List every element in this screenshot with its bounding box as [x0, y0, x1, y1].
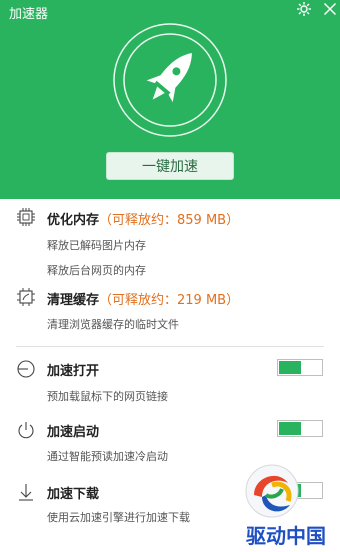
- cache-title: 清理缓存（可释放约：219 MB）: [47, 289, 239, 308]
- toggle-title-start: 加速启动: [47, 425, 100, 440]
- cleanup-icon: [17, 288, 35, 306]
- memory-desc-2: 释放后台网页的内存: [47, 264, 146, 277]
- close-icon[interactable]: [322, 1, 338, 17]
- toggle-desc-download: 使用云加速引擎进行加速下载: [47, 511, 190, 524]
- toggle-title-download: 加速下载: [47, 487, 100, 502]
- watermark-text: 驱动中国: [246, 524, 326, 548]
- memory-title: 优化内存（可释放约：859 MB）: [47, 209, 239, 228]
- toggle-title-open: 加速打开: [47, 364, 100, 379]
- chip-icon: [17, 208, 35, 226]
- watermark-logo: 驱动中国: [245, 464, 326, 548]
- open-icon: [17, 360, 35, 378]
- toggle-switch-open[interactable]: [277, 359, 323, 376]
- memory-releasable: （可释放约：859 MB）: [99, 213, 240, 228]
- divider: [16, 346, 324, 347]
- toggle-switch-start[interactable]: [277, 420, 323, 437]
- cache-desc-1: 清理浏览器缓存的临时文件: [47, 318, 179, 331]
- download-icon: [19, 484, 33, 501]
- gear-icon[interactable]: [296, 1, 312, 17]
- toggle-desc-open: 预加载鼠标下的网页链接: [47, 390, 168, 403]
- toggle-knob: [279, 422, 301, 435]
- memory-desc-1: 释放已解码图片内存: [47, 239, 146, 252]
- toggle-knob: [279, 361, 301, 374]
- header: 加速器 一键加速: [0, 0, 340, 199]
- cache-releasable: （可释放约：219 MB）: [99, 293, 240, 308]
- window-title: 加速器: [9, 7, 49, 22]
- toggle-desc-start: 通过智能预读加速冷启动: [47, 450, 168, 463]
- boost-button[interactable]: 一键加速: [106, 152, 234, 180]
- memory-title-label: 优化内存: [47, 213, 100, 228]
- rocket-icon: [113, 23, 227, 137]
- power-icon: [18, 422, 34, 439]
- cache-title-label: 清理缓存: [47, 293, 100, 308]
